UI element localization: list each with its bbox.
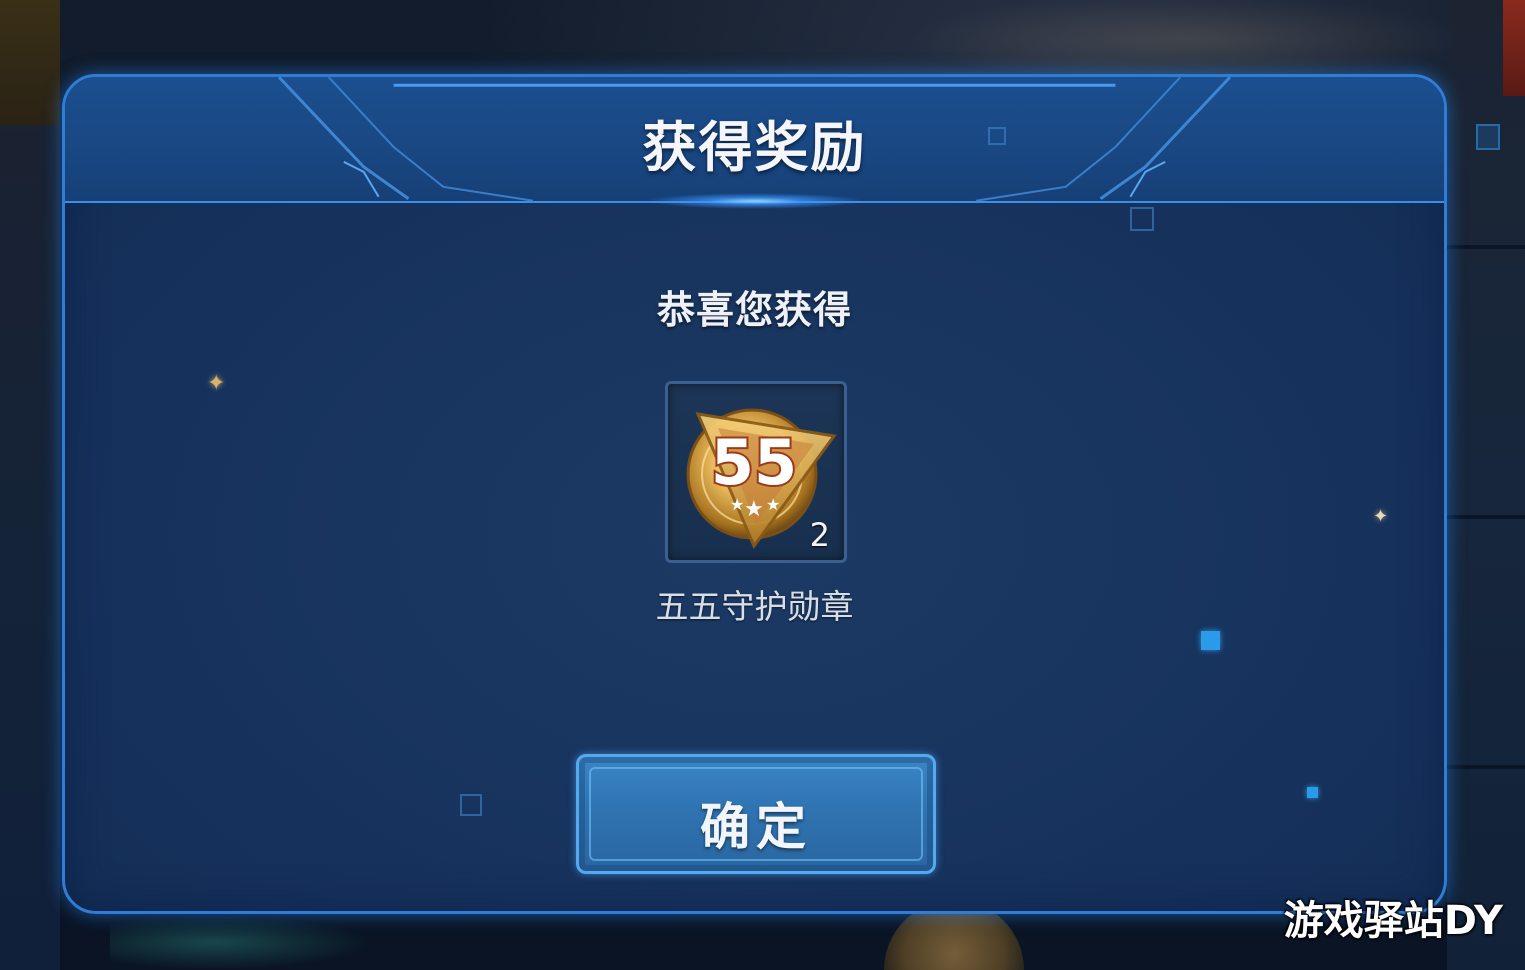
confirm-button[interactable]: 确定 [576,754,936,874]
dialog-header: 获得奖励 [65,77,1444,209]
divider [1447,515,1525,519]
decor-square [1201,631,1220,650]
sparkle-icon: ✦ [207,371,226,396]
header-glow [644,193,865,209]
watermark: 游戏驿站DY [1283,898,1503,944]
decor-square [460,794,482,816]
background-swirl-art [110,915,370,970]
game-screen: 获得奖励 ✦ ✦ 恭喜您获得 55 ★ ★ ★ 2 五五守护勋章 确定 游戏驿站… [0,0,1525,970]
sparkle-icon: ✦ [1373,506,1389,527]
decor-square [1307,787,1318,798]
dialog-title: 获得奖励 [642,116,867,179]
decor-square [1476,124,1500,150]
svg-text:★: ★ [744,497,764,522]
background-left-panel [0,0,60,970]
background-title-art [905,0,1465,84]
congrats-text: 恭喜您获得 [656,288,852,332]
reward-item-slot[interactable]: 55 ★ ★ ★ 2 [665,381,847,563]
svg-text:★: ★ [730,495,744,514]
svg-text:★: ★ [766,495,780,514]
divider [1447,765,1525,769]
reward-name: 五五守护勋章 [655,587,854,626]
divider [1447,245,1525,249]
background-red-tab [1503,0,1525,96]
medal-number: 55 [711,426,797,499]
reward-dialog: 获得奖励 ✦ ✦ 恭喜您获得 55 ★ ★ ★ 2 五五守护勋章 确定 [62,74,1447,914]
reward-count: 2 [809,516,830,554]
confirm-label: 确定 [700,798,812,856]
decor-square [988,127,1006,145]
decor-square [1130,207,1154,231]
